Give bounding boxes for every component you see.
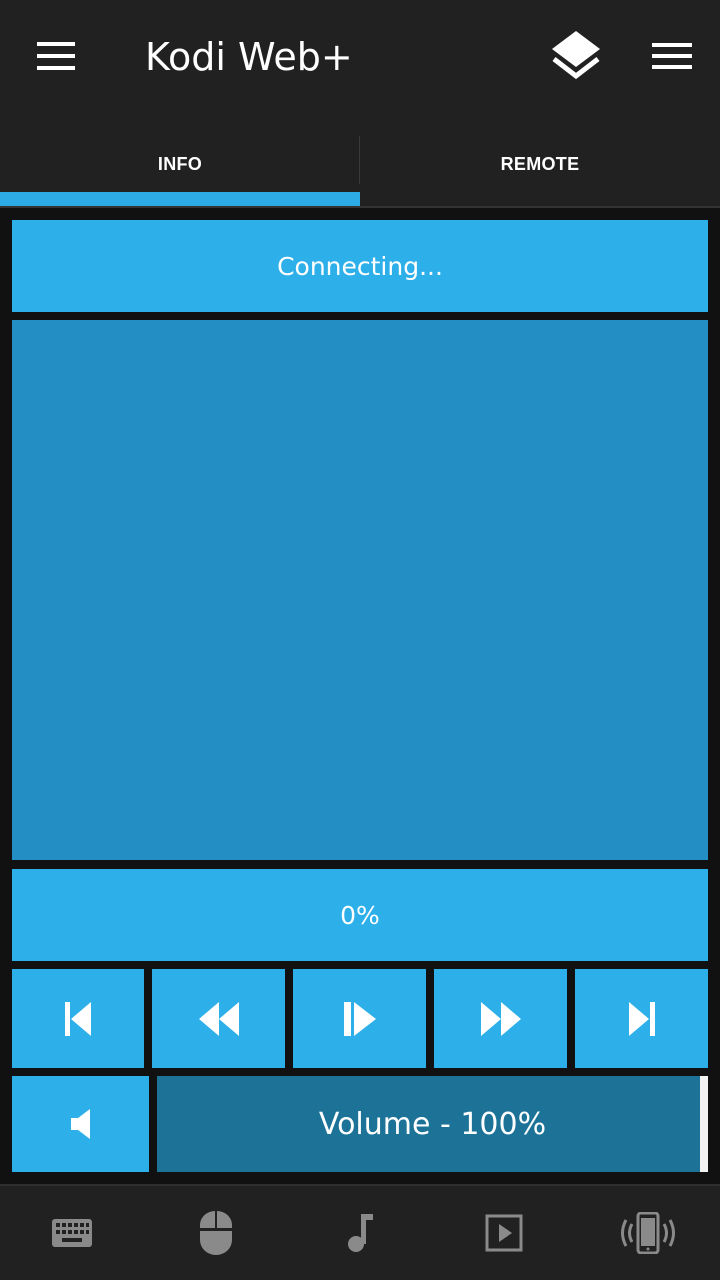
fast-forward-button[interactable] — [434, 969, 567, 1068]
mute-button[interactable] — [12, 1076, 149, 1172]
tab-selected-indicator — [0, 192, 360, 206]
hosts-button[interactable] — [540, 22, 612, 90]
fast-forward-icon — [480, 1001, 521, 1036]
rewind-icon — [198, 1001, 239, 1036]
bottom-navigation — [0, 1184, 720, 1280]
tab-info[interactable]: INFO — [0, 136, 360, 192]
tab-remote[interactable]: REMOTE — [360, 136, 720, 192]
mouse-button[interactable] — [144, 1186, 288, 1280]
phone-vibrate-icon — [621, 1212, 675, 1254]
tab-bar: INFO REMOTE — [0, 136, 720, 208]
app-title: Kodi Web+ — [145, 35, 353, 79]
play-pause-button[interactable] — [293, 969, 426, 1068]
next-button[interactable] — [575, 969, 708, 1068]
music-note-icon — [348, 1214, 373, 1252]
volume-slider[interactable]: Volume - 100% — [157, 1076, 708, 1172]
volume-row: Volume - 100% — [12, 1076, 708, 1172]
layers-icon — [552, 31, 600, 80]
phone-vibrate-button[interactable] — [576, 1186, 720, 1280]
menu-icon — [652, 43, 692, 69]
skip-next-icon — [628, 1001, 655, 1036]
speaker-icon — [70, 1109, 90, 1139]
music-button[interactable] — [288, 1186, 432, 1280]
mouse-icon — [200, 1211, 232, 1255]
previous-button[interactable] — [12, 969, 144, 1068]
volume-slider-thumb[interactable] — [700, 1076, 708, 1172]
info-panel: Connecting... 0% Volume - 100% — [0, 208, 720, 1184]
playback-controls — [12, 969, 708, 1068]
keyboard-button[interactable] — [0, 1186, 144, 1280]
video-button[interactable] — [432, 1186, 576, 1280]
app-bar: Kodi Web+ INFO REMOTE — [0, 0, 720, 208]
playback-progress[interactable]: 0% — [12, 869, 708, 961]
now-playing-artwork — [12, 320, 708, 860]
volume-label: Volume - 100% — [318, 1106, 547, 1142]
connection-status: Connecting... — [12, 220, 708, 312]
hamburger-icon — [37, 42, 75, 70]
overflow-menu-button[interactable] — [640, 26, 704, 86]
video-play-icon — [485, 1214, 523, 1252]
rewind-button[interactable] — [152, 969, 285, 1068]
play-pause-icon — [343, 1001, 376, 1036]
keyboard-icon — [52, 1219, 92, 1247]
nav-drawer-button[interactable] — [22, 26, 90, 86]
skip-previous-icon — [65, 1001, 91, 1036]
toolbar: Kodi Web+ — [0, 0, 720, 116]
